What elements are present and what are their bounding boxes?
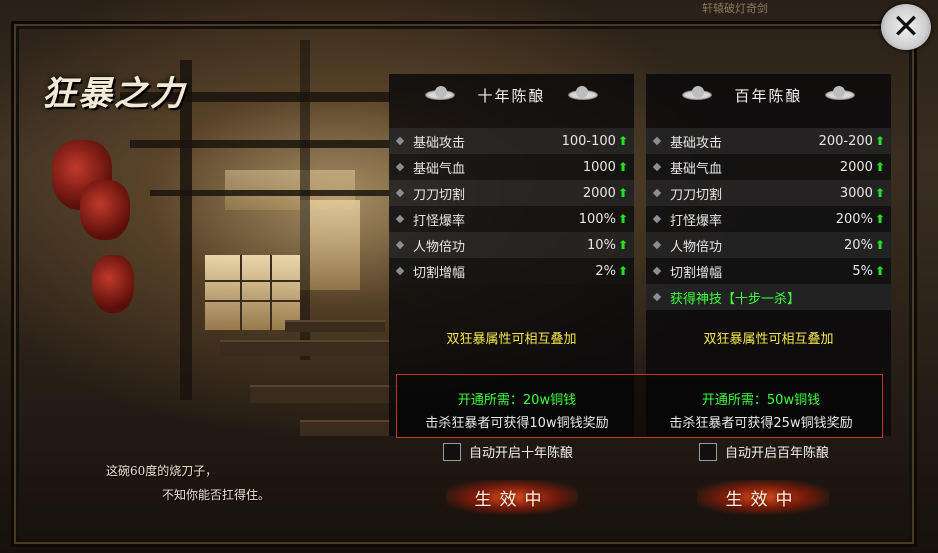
diamond-icon (652, 162, 662, 172)
up-arrow-icon: ⬆ (874, 160, 885, 174)
stat-value: 1000 (582, 159, 616, 175)
stat-label: 刀刀切割 (670, 187, 723, 203)
up-arrow-icon: ⬆ (617, 186, 628, 200)
special-skill-row: 获得神技【十步一杀】 (646, 284, 891, 310)
panel-title: 百年陈酿 (734, 86, 803, 105)
stack-note: 双狂暴属性可相互叠加 (703, 332, 834, 347)
stat-value: 2000 (582, 185, 616, 201)
stat-label: 基础气血 (670, 161, 723, 177)
stat-row: 切割增幅 2% ⬆ (389, 258, 634, 284)
stat-value: 200-200 (818, 133, 873, 149)
up-arrow-icon: ⬆ (617, 134, 628, 148)
requirement-ten-year: 开通所需：20w铜钱 击杀狂暴者可获得10w铜钱奖励 (397, 389, 637, 431)
up-arrow-icon: ⬆ (617, 212, 628, 226)
checkbox-box[interactable] (443, 442, 461, 461)
stat-label: 打怪爆率 (413, 213, 466, 229)
cost-text: 开通所需：50w铜钱 (701, 393, 821, 408)
stat-row: 基础气血 2000 ⬆ (646, 154, 891, 180)
diamond-icon (652, 188, 662, 198)
auto-enable-hundred-year-checkbox[interactable]: 自动开启百年陈酿 (699, 442, 829, 461)
cloud-ornament-icon (678, 84, 718, 106)
checkbox-label: 自动开启十年陈酿 (469, 446, 574, 461)
stat-row: 基础攻击 200-200 ⬆ (646, 128, 891, 154)
stat-row: 打怪爆率 200% ⬆ (646, 206, 891, 232)
stat-row: 切割增幅 5% ⬆ (646, 258, 891, 284)
requirement-hundred-year: 开通所需：50w铜钱 击杀狂暴者可获得25w铜钱奖励 (641, 389, 881, 431)
panel-header: 十年陈酿 (389, 74, 634, 116)
stat-row: 基础气血 1000 ⬆ (389, 154, 634, 180)
stat-value: 2% (595, 263, 616, 279)
stat-value: 3000 (839, 185, 873, 201)
panel-header: 百年陈酿 (646, 74, 891, 116)
diamond-icon (652, 214, 662, 224)
up-arrow-icon: ⬆ (617, 238, 628, 252)
stat-label: 打怪爆率 (670, 213, 723, 229)
scene-quote-line2: 不知你能否扛得住。 (162, 488, 271, 502)
diamond-icon (652, 240, 662, 250)
cost-text: 开通所需：20w铜钱 (457, 393, 577, 408)
checkbox-label: 自动开启百年陈酿 (725, 446, 830, 461)
stat-label: 基础攻击 (413, 135, 466, 151)
stat-label: 基础攻击 (670, 135, 723, 151)
window-title: 狂暴之力 (42, 74, 186, 114)
cloud-ornament-icon (819, 84, 859, 106)
up-arrow-icon: ⬆ (874, 186, 885, 200)
stat-value: 10% (587, 237, 616, 253)
diamond-icon (395, 240, 405, 250)
stat-value: 100% (578, 211, 616, 227)
stat-list: 基础攻击 100-100 ⬆ 基础气血 1000 ⬆ 刀刀切割 2000 ⬆ 打怪爆率 100… (389, 128, 634, 284)
diamond-icon (395, 136, 405, 146)
auto-enable-ten-year-checkbox[interactable]: 自动开启十年陈酿 (443, 442, 573, 461)
diamond-icon (652, 136, 662, 146)
close-button[interactable]: ✕ (881, 4, 931, 50)
diamond-icon (652, 292, 662, 302)
stat-list: 基础攻击 200-200 ⬆ 基础气血 2000 ⬆ 刀刀切割 3000 ⬆ 打怪爆率 200… (646, 128, 891, 310)
stat-row: 人物倍功 10% ⬆ (389, 232, 634, 258)
cloud-ornament-icon (562, 84, 602, 106)
up-arrow-icon: ⬆ (617, 160, 628, 174)
stat-label: 人物倍功 (670, 239, 723, 255)
stat-row: 基础攻击 100-100 ⬆ (389, 128, 634, 154)
stat-row: 打怪爆率 100% ⬆ (389, 206, 634, 232)
ten-year-active-button[interactable]: 生效中 (446, 480, 578, 514)
up-arrow-icon: ⬆ (874, 238, 885, 252)
hundred-year-active-button[interactable]: 生效中 (697, 480, 829, 514)
scene-quote-line1: 这碗60度的烧刀子， (106, 464, 218, 478)
up-arrow-icon: ⬆ (874, 134, 885, 148)
stack-note: 双狂暴属性可相互叠加 (446, 332, 577, 347)
close-x-icon: ✕ (891, 7, 921, 47)
stat-value: 200% (835, 211, 873, 227)
cloud-ornament-icon (421, 84, 461, 106)
stat-row: 人物倍功 20% ⬆ (646, 232, 891, 258)
special-skill-text: 获得神技【十步一杀】 (670, 291, 801, 307)
stat-value: 100-100 (561, 133, 616, 149)
reward-text: 击杀狂暴者可获得25w铜钱奖励 (669, 416, 853, 431)
stat-label: 切割增幅 (670, 265, 723, 281)
diamond-icon (395, 188, 405, 198)
diamond-icon (395, 162, 405, 172)
reward-text: 击杀狂暴者可获得10w铜钱奖励 (425, 416, 609, 431)
berserk-power-window: 轩辕破灯奇剑 狂暴之力 ✕ 这碗60度的烧刀子， 不知你能否扛得住。 十年陈酿 … (0, 0, 938, 553)
stat-label: 刀刀切割 (413, 187, 466, 203)
up-arrow-icon: ⬆ (617, 264, 628, 278)
up-arrow-icon: ⬆ (874, 212, 885, 226)
diamond-icon (395, 266, 405, 276)
stat-label: 切割增幅 (413, 265, 466, 281)
stat-row: 刀刀切割 3000 ⬆ (646, 180, 891, 206)
stat-value: 5% (852, 263, 873, 279)
diamond-icon (395, 214, 405, 224)
top-ornament-text: 轩辕破灯奇剑 (702, 2, 768, 15)
stat-row: 刀刀切割 2000 ⬆ (389, 180, 634, 206)
stat-label: 基础气血 (413, 161, 466, 177)
stat-value: 20% (844, 237, 873, 253)
stat-label: 人物倍功 (413, 239, 466, 255)
stat-value: 2000 (839, 159, 873, 175)
requirement-box: 开通所需：20w铜钱 击杀狂暴者可获得10w铜钱奖励 开通所需：50w铜钱 击杀… (396, 374, 883, 438)
up-arrow-icon: ⬆ (874, 264, 885, 278)
panel-title: 十年陈酿 (477, 86, 546, 105)
diamond-icon (652, 266, 662, 276)
checkbox-box[interactable] (699, 442, 717, 461)
